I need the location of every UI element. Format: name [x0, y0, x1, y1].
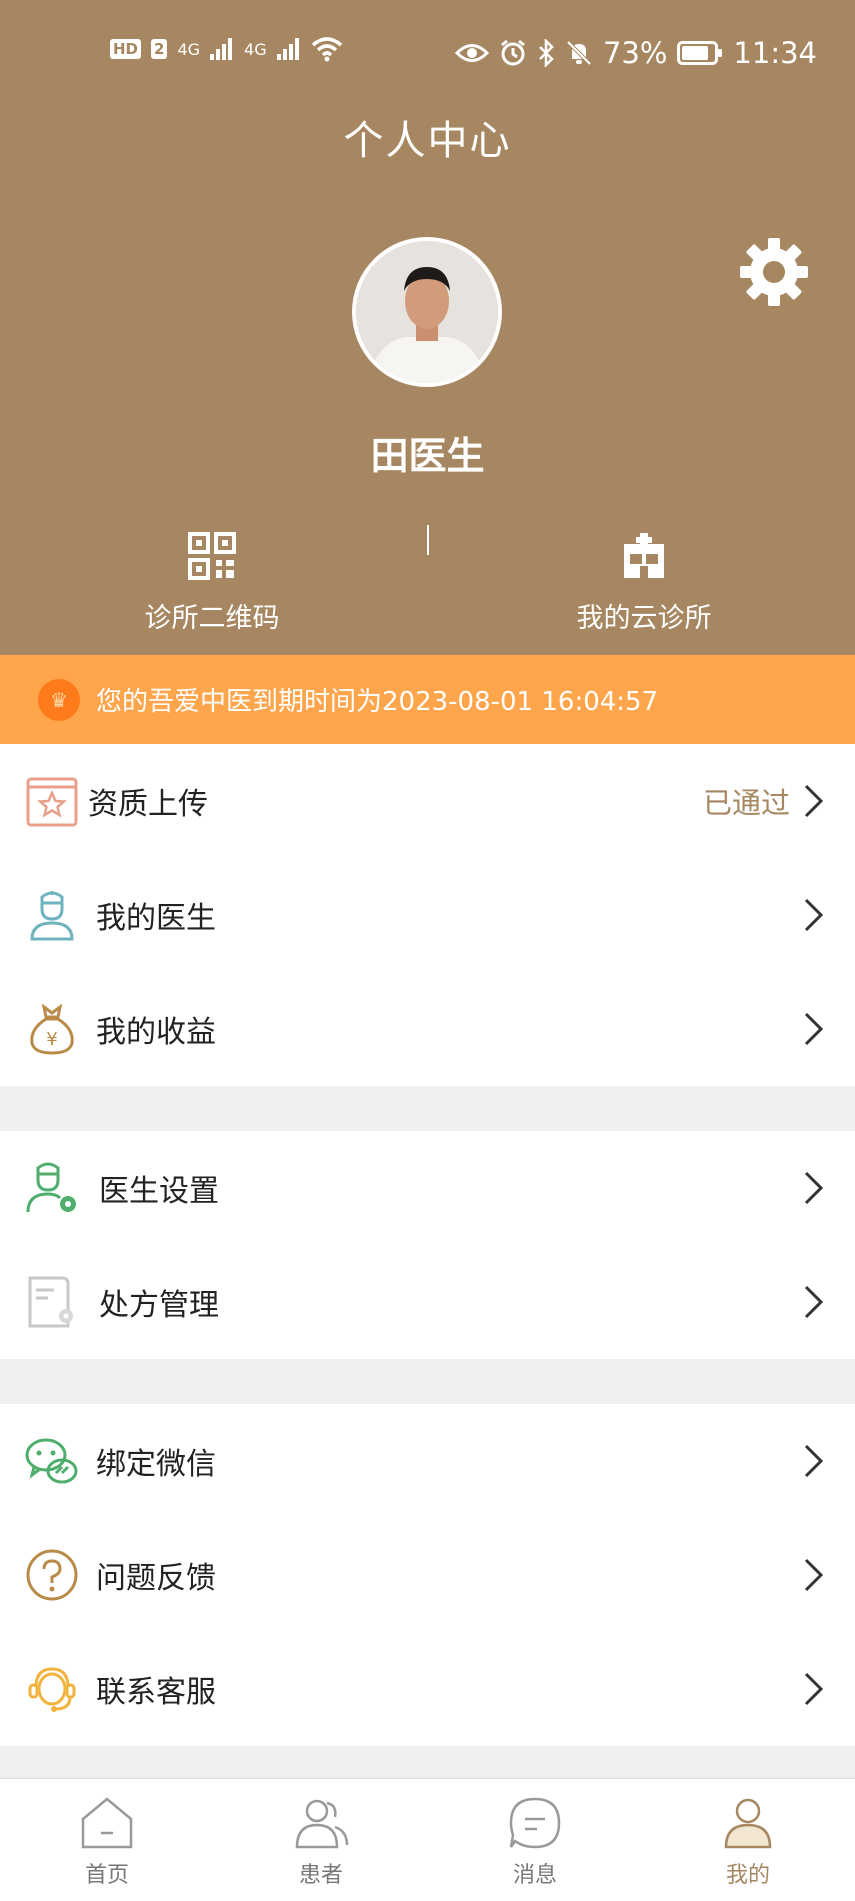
menu-item-label: 绑定微信 [96, 1447, 216, 1482]
chevron-right-icon [804, 1012, 824, 1046]
menu-item-label: 我的医生 [96, 901, 216, 936]
menu-item-label: 我的收益 [96, 1015, 216, 1050]
certificate-icon [26, 777, 78, 827]
network-label: 4G [177, 39, 201, 59]
tab-label: 我的 [725, 1863, 770, 1888]
chevron-right-icon [804, 1672, 824, 1706]
menu-item-label: 联系客服 [96, 1675, 216, 1710]
page-title: 个人中心 [343, 118, 512, 164]
hd-badge: HD [110, 39, 142, 59]
customer-service-icon [28, 1667, 76, 1712]
menu-item-customer-service[interactable]: 联系客服 [0, 1632, 855, 1746]
clinic-qr-code-link[interactable]: 诊所二维码 [62, 532, 362, 635]
clinic-icon [624, 533, 664, 578]
my-cloud-clinic-link[interactable]: 我的云诊所 [494, 532, 794, 635]
tab-label: 首页 [84, 1863, 129, 1888]
menu-item-bind-wechat[interactable]: 绑定微信 [0, 1404, 855, 1518]
qr-code-icon [188, 532, 236, 580]
profile-header: HD 2 4G 4G 73% 11:34 个人中心 田医生 诊所二维码 我的云诊… [0, 0, 855, 655]
menu-item-my-earnings[interactable]: ¥ 我的收益 [0, 972, 855, 1086]
menu-group-doctor: 医生设置 处方管理 [0, 1131, 855, 1359]
menu-group-support: 绑定微信 问题反馈 联系客服 [0, 1404, 855, 1746]
battery-percent: 73% [602, 36, 668, 70]
status-bar: HD 2 4G 4G 73% 11:34 [0, 28, 855, 78]
question-icon [26, 1549, 78, 1601]
tab-label: 消息 [512, 1863, 557, 1888]
menu-item-label: 资质上传 [88, 787, 208, 822]
patients-icon [295, 1799, 349, 1849]
menu-item-label: 问题反馈 [96, 1561, 216, 1596]
menu-item-doctor-settings[interactable]: 医生设置 [0, 1131, 855, 1245]
chevron-right-icon [804, 898, 824, 932]
home-icon [81, 1797, 133, 1849]
menu-group-account: 资质上传 已通过 我的医生 ¥ 我的收益 [0, 744, 855, 1086]
wifi-icon [311, 37, 342, 62]
chevron-right-icon [804, 1285, 824, 1319]
signal-icon [210, 38, 233, 60]
sim-badge: 2 [151, 39, 168, 59]
qualification-status: 已通过 [702, 786, 790, 820]
chevron-right-icon [804, 1444, 824, 1478]
tab-label: 患者 [298, 1863, 343, 1888]
doctor-icon [30, 891, 74, 941]
avatar[interactable] [352, 237, 502, 387]
chevron-right-icon [804, 1558, 824, 1592]
menu-item-label: 医生设置 [99, 1174, 219, 1209]
expiry-text: 您的吾爱中医到期时间为2023-08-01 16:04:57 [96, 687, 659, 717]
eye-icon [454, 44, 489, 62]
tab-patients[interactable]: 患者 [214, 1779, 428, 1901]
membership-expiry-banner: ♛ 您的吾爱中医到期时间为2023-08-01 16:04:57 [0, 655, 855, 744]
avatar-photo [356, 241, 498, 383]
alarm-icon [501, 39, 525, 66]
battery-icon [677, 41, 723, 65]
svg-text:¥: ¥ [46, 1029, 57, 1050]
settings-gear-icon[interactable] [738, 236, 810, 308]
chevron-right-icon [804, 1171, 824, 1205]
wechat-icon [25, 1438, 78, 1484]
menu-item-label: 处方管理 [99, 1288, 219, 1323]
quick-links-divider [427, 525, 429, 555]
tab-profile[interactable]: 我的 [641, 1779, 855, 1901]
clock: 11:34 [733, 36, 817, 70]
crown-icon: ♛ [38, 678, 80, 721]
signal-icon-2 [276, 38, 299, 60]
message-icon [509, 1797, 561, 1849]
bottom-tab-bar: 首页 患者 消息 我的 [0, 1778, 855, 1901]
tab-messages[interactable]: 消息 [428, 1779, 642, 1901]
chevron-right-icon [804, 784, 824, 818]
menu-item-prescription-management[interactable]: 处方管理 [0, 1245, 855, 1359]
network-label-2: 4G [244, 39, 267, 59]
profile-icon [724, 1798, 772, 1849]
money-bag-icon: ¥ [30, 1003, 74, 1055]
mute-bell-icon [566, 40, 592, 66]
user-name: 田医生 [370, 434, 485, 478]
menu-item-feedback[interactable]: 问题反馈 [0, 1518, 855, 1632]
prescription-icon [28, 1276, 73, 1328]
menu-item-my-doctors[interactable]: 我的医生 [0, 858, 855, 972]
doctor-settings-icon [26, 1162, 76, 1213]
bluetooth-icon [539, 39, 554, 67]
clinic-qr-code-label: 诊所二维码 [144, 603, 280, 634]
my-cloud-clinic-label: 我的云诊所 [576, 603, 712, 634]
menu-item-qualification-upload[interactable]: 资质上传 已通过 [0, 744, 855, 858]
tab-home[interactable]: 首页 [0, 1779, 214, 1901]
